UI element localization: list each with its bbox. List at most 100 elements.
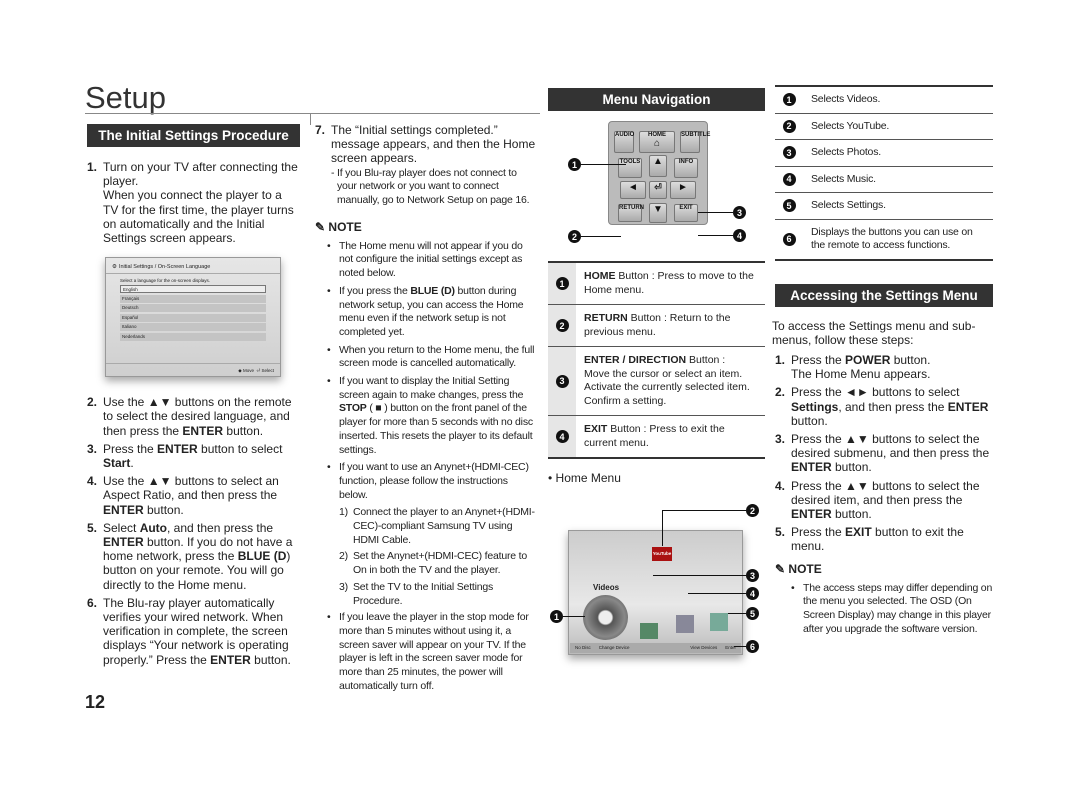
row-number: 6 <box>775 219 803 259</box>
home-menu-label: Home Menu <box>555 471 621 485</box>
callout-6: 6 <box>746 640 759 653</box>
text: Press the ▲▼ buttons to select the desir… <box>791 431 990 461</box>
row-description: Selects Videos. <box>811 93 881 105</box>
bold-text: BLUE (D) <box>410 284 455 297</box>
table-row: 2 Selects YouTube. <box>775 113 993 140</box>
return-key: RETURN <box>618 204 644 222</box>
language-option[interactable]: Deutsch <box>120 304 266 313</box>
language-option[interactable]: Nederlands <box>120 332 266 341</box>
row-description: Selects Settings. <box>811 199 886 211</box>
bold-text: POWER <box>845 352 891 367</box>
table-row: 4 Selects Music. <box>775 166 993 193</box>
row-description: HOME Button : Press to move to the Home … <box>576 263 765 304</box>
step-item: 1. Press the POWER button. The Home Menu … <box>775 353 993 381</box>
text: button. <box>791 413 828 428</box>
info-key: INFO <box>674 158 698 178</box>
text: If you want to use an Anynet+(HDMI-CEC) … <box>339 461 529 501</box>
row-number: 5 <box>775 193 803 219</box>
divider <box>85 113 540 114</box>
text: Press the ▲▼ buttons to select the desir… <box>791 478 980 507</box>
note-bullet: If you want to use an Anynet+(HDMI-CEC) … <box>325 461 537 502</box>
step-item: 5. Press the EXIT button to exit the menu… <box>775 525 993 553</box>
exit-key: EXIT <box>674 204 698 222</box>
text: Press the <box>791 352 846 367</box>
text: Turn on your TV after connecting the pla… <box>103 160 298 189</box>
step-number: 1. <box>87 160 98 174</box>
anynet-step: 1) Connect the player to an Anynet+(HDMI-… <box>339 506 537 547</box>
number-badge: 1 <box>782 93 796 107</box>
step-number: 5. <box>87 520 98 535</box>
language-option[interactable]: Español <box>120 313 266 322</box>
number-badge: 2 <box>555 319 569 332</box>
text: If you press the <box>339 284 411 297</box>
text: The Home menu will not appear if you do … <box>339 239 523 280</box>
music-icon <box>676 615 694 633</box>
callout-4: 4 <box>733 229 746 242</box>
note-bullet: If you leave the player in the stop mode… <box>325 611 537 693</box>
bold-text: Settings <box>791 399 839 414</box>
settings-column: 1 Selects Videos. 2 Selects YouTube. 3 Select… <box>772 85 993 640</box>
page-title: Setup <box>85 80 167 115</box>
bold-text: ENTER <box>947 399 989 414</box>
notes-column: 7. The “Initial settings completed.” mess… <box>315 123 537 698</box>
text: , and then press the <box>838 399 948 414</box>
step-text: Use the ▲▼ buttons to select an Aspect R… <box>103 474 279 516</box>
table-row: 5 Selects Settings. <box>775 193 993 220</box>
callout-3: 3 <box>733 206 746 219</box>
step-text: The Blu-ray player automatically verifie… <box>103 596 291 667</box>
language-option[interactable]: Français <box>120 294 266 303</box>
section-header: The Initial Settings Procedure <box>87 124 300 147</box>
move-hint: ◆ Move <box>238 368 254 374</box>
page-number: 12 <box>85 692 106 712</box>
step-number: 3. <box>87 441 98 456</box>
section-header: Menu Navigation <box>548 88 765 111</box>
text: Press the ◄► buttons to select <box>791 385 960 400</box>
number-badge: 3 <box>782 146 796 160</box>
pencil-note-icon: ✎ <box>775 561 786 576</box>
row-number: 2 <box>775 113 803 139</box>
down-key: ▼ <box>649 203 667 223</box>
number-badge: 4 <box>555 430 569 443</box>
sub-number: 3) <box>339 580 348 593</box>
step-text: Press the POWER button. The Home Menu ap… <box>791 353 930 381</box>
number-badge: 2 <box>782 119 796 133</box>
number-badge: 5 <box>782 199 796 213</box>
language-option[interactable]: English <box>120 285 266 294</box>
bold-text: Auto <box>139 520 168 535</box>
home-key: HOME ⌂ <box>639 131 675 153</box>
intro-text: To access the Settings menu and sub-menu… <box>772 318 976 347</box>
step-number: 2. <box>775 385 786 400</box>
text: button to select <box>197 441 283 456</box>
step-item: 4. Use the ▲▼ buttons to select an Aspect… <box>87 474 300 517</box>
text: ( ■ ) button on the front panel of the p… <box>339 402 533 456</box>
callout-1: 1 <box>550 610 563 623</box>
bold-text: BLUE (D <box>237 549 287 564</box>
sub-text: Set the TV to the Initial Settings Proce… <box>353 580 494 607</box>
section-header: Accessing the Settings Menu <box>775 283 993 307</box>
bold-text: ENTER <box>157 441 198 456</box>
row-number: 3 <box>775 140 803 166</box>
home-menu-screenshot: YouTube Videos No Disc Change Device Vie… <box>548 485 765 660</box>
step-number: 4. <box>775 478 786 493</box>
number-badge: 4 <box>782 172 796 186</box>
table-row: 2 RETURN Button : Return to the previous … <box>548 305 765 347</box>
tools-key: TOOLS <box>618 158 642 178</box>
step-text: Press the EXIT button to exit the menu. <box>791 525 964 553</box>
row-number: 3 <box>548 347 576 415</box>
menu-navigation-section: Menu Navigation AUDIO HOME ⌂ SUBTITLE TOO… <box>548 88 765 660</box>
bold-text: ENTER <box>103 502 144 517</box>
note-bullet: When you return to the Home menu, the fu… <box>325 344 537 371</box>
bold-text: STOP <box>339 402 367 415</box>
language-option[interactable]: Italiano <box>120 323 266 332</box>
gear-icon: ⚙ <box>112 264 117 271</box>
step-number: 6. <box>87 595 98 610</box>
callout-2: 2 <box>746 504 759 517</box>
text: If you want to display the Initial Setti… <box>339 375 524 401</box>
step-number: 1. <box>775 352 786 367</box>
sub-text: Set the Anynet+(HDMI-CEC) feature to On … <box>353 550 528 577</box>
note-bullet: If you want to display the Initial Setti… <box>325 375 537 457</box>
bold-text: ENTER <box>103 535 144 550</box>
text: Press the <box>791 525 846 540</box>
step-item: 4. Press the ▲▼ buttons to select the des… <box>775 479 993 522</box>
step-text: Turn on your TV after connecting the pla… <box>103 160 298 245</box>
